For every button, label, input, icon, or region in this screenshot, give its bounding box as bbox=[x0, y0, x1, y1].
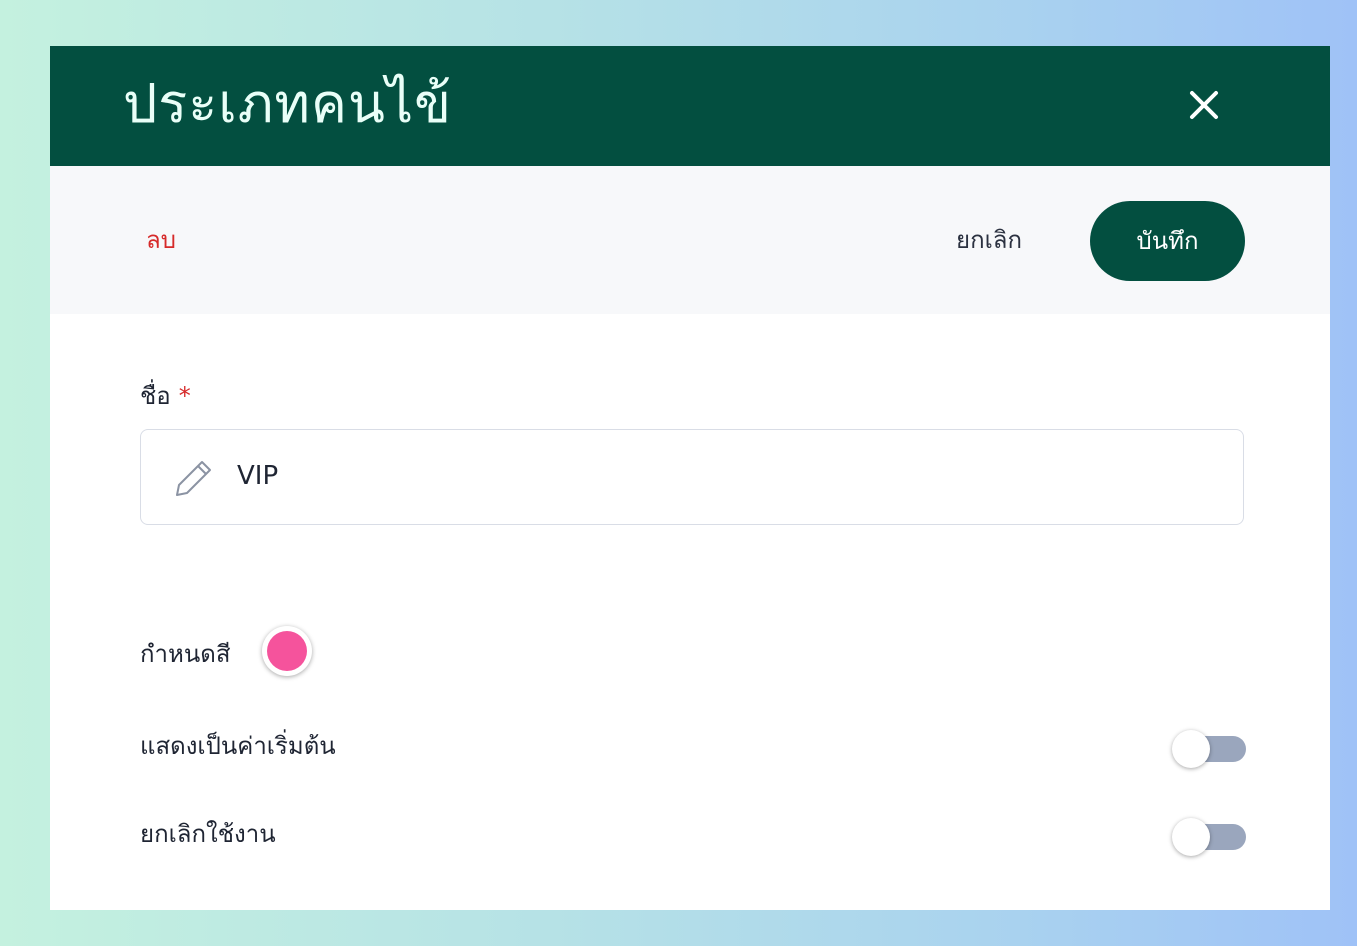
color-swatch-dot bbox=[267, 631, 307, 671]
patient-type-modal: ประเภทคนไข้ ลบ ยกเลิก บันทึก ชื่อ* กำหนด… bbox=[50, 46, 1330, 910]
save-button[interactable]: บันทึก bbox=[1090, 201, 1245, 281]
required-asterisk: * bbox=[178, 382, 191, 410]
disable-toggle-label: ยกเลิกใช้งาน bbox=[140, 820, 276, 848]
pencil-icon bbox=[176, 461, 211, 496]
color-label: กำหนดสี bbox=[140, 640, 231, 668]
toggle-knob bbox=[1172, 818, 1210, 856]
modal-title: ประเภทคนไข้ bbox=[123, 72, 453, 135]
modal-header: ประเภทคนไข้ bbox=[50, 46, 1330, 166]
close-icon bbox=[1190, 91, 1218, 119]
name-input[interactable] bbox=[237, 452, 1217, 500]
disable-toggle[interactable] bbox=[1172, 817, 1246, 857]
delete-button[interactable]: ลบ bbox=[146, 224, 176, 256]
default-toggle[interactable] bbox=[1172, 729, 1246, 769]
default-toggle-label: แสดงเป็นค่าเริ่มต้น bbox=[140, 732, 336, 760]
name-field[interactable] bbox=[140, 429, 1244, 525]
action-toolbar: ลบ ยกเลิก บันทึก bbox=[50, 166, 1330, 314]
color-picker[interactable] bbox=[262, 626, 312, 676]
name-field-label: ชื่อ * bbox=[140, 380, 191, 412]
name-label-text: ชื่อ bbox=[140, 382, 171, 410]
cancel-button[interactable]: ยกเลิก bbox=[956, 224, 1022, 256]
toggle-knob bbox=[1172, 730, 1210, 768]
close-button[interactable] bbox=[1182, 83, 1226, 127]
